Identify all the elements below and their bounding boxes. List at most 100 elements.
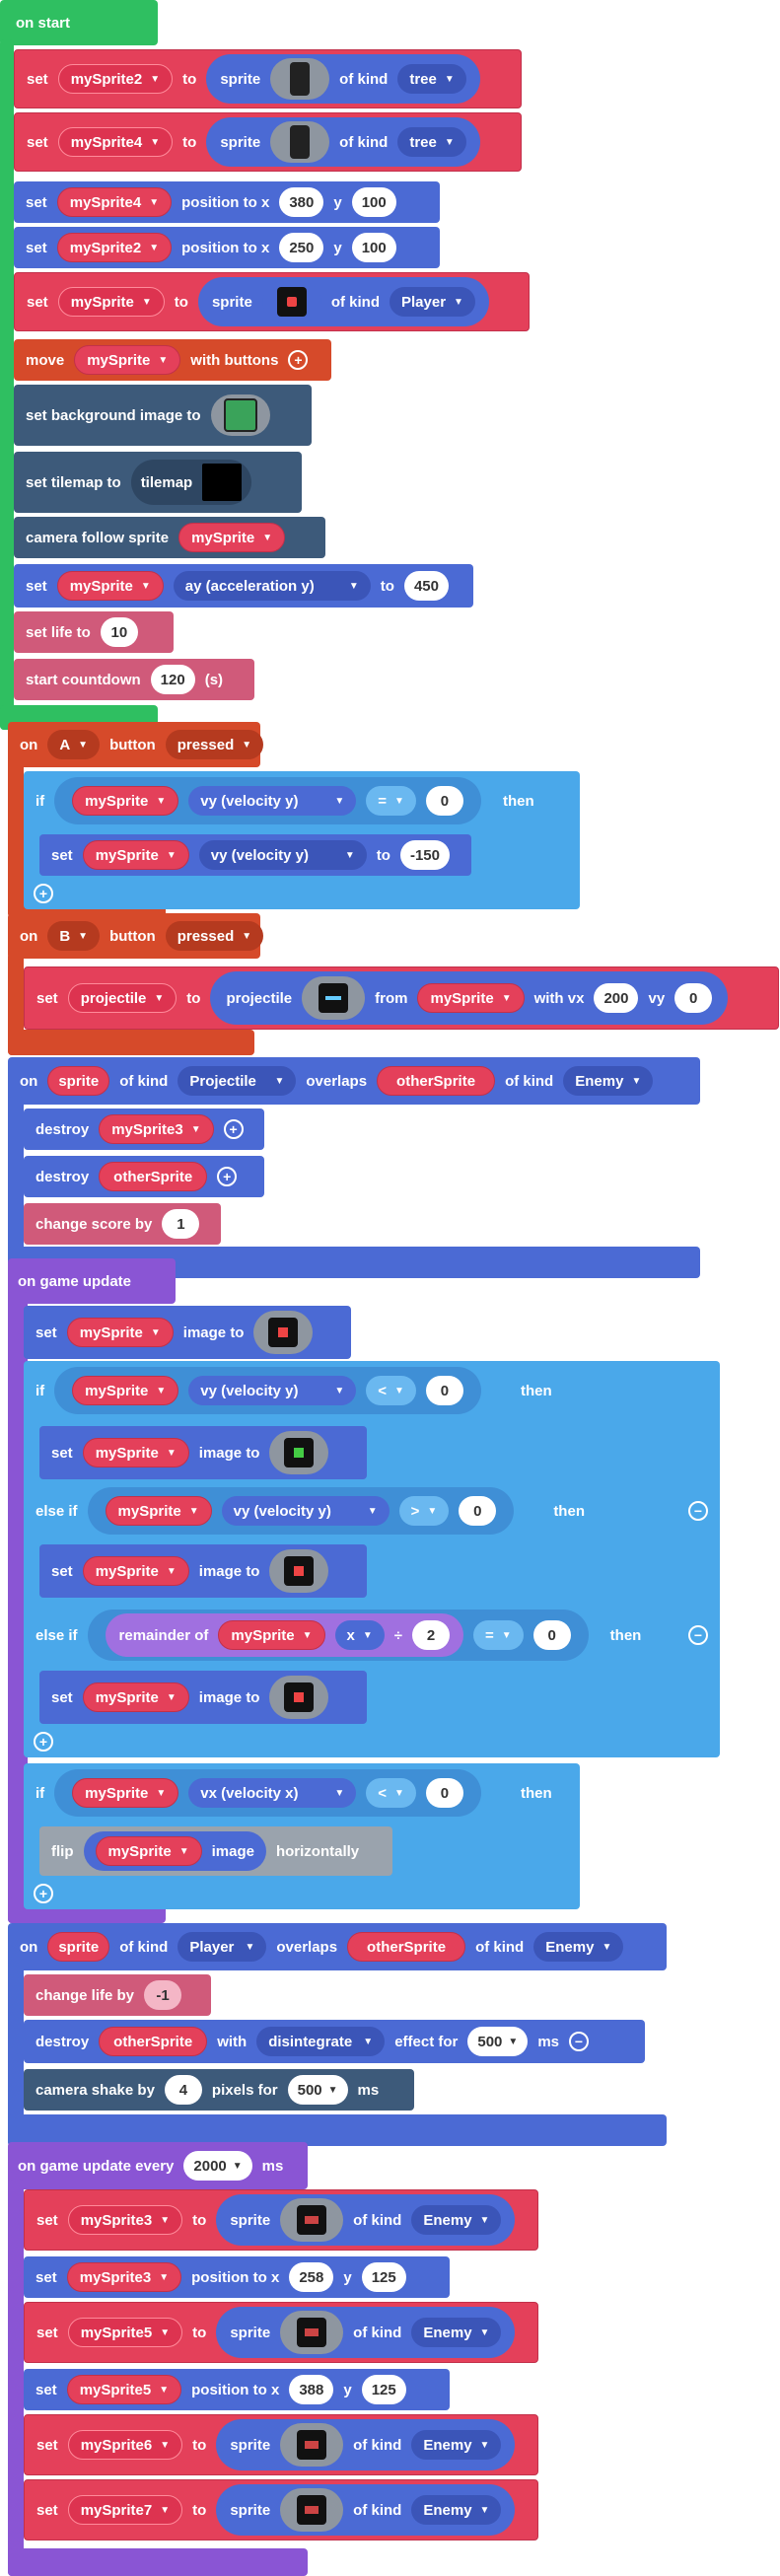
button-dropdown[interactable]: B ▼: [47, 921, 101, 951]
vy-input[interactable]: -150: [399, 840, 450, 870]
x-input[interactable]: 388: [289, 2375, 334, 2404]
camera-follow-block[interactable]: camera follow sprite mySprite ▼: [14, 517, 325, 558]
x-input[interactable]: 250: [279, 233, 324, 262]
sprite-of-kind-reporter[interactable]: sprite of kind Enemy ▼: [216, 2484, 516, 2536]
plus-icon[interactable]: +: [288, 350, 309, 370]
set-projectile-block[interactable]: set projectile ▼ to projectile from mySpr…: [24, 966, 779, 1030]
event-dropdown[interactable]: pressed ▼: [165, 921, 264, 951]
othersprite-variable[interactable]: otherSprite: [377, 1066, 496, 1096]
variable-dropdown[interactable]: mySprite5 ▼: [66, 2375, 182, 2404]
variable-dropdown[interactable]: mySprite2 ▼: [56, 233, 173, 262]
variable-dropdown[interactable]: mySprite ▼: [66, 1318, 174, 1347]
property-dropdown[interactable]: vy (velocity y) ▼: [198, 840, 367, 870]
sprite-variable[interactable]: sprite: [47, 1932, 110, 1962]
kind-dropdown[interactable]: Enemy ▼: [411, 2318, 502, 2347]
othersprite-variable[interactable]: otherSprite: [99, 1162, 208, 1191]
kind-dropdown[interactable]: Enemy ▼: [411, 2205, 502, 2235]
kind-dropdown[interactable]: Enemy ▼: [533, 1932, 624, 1962]
compare-reporter[interactable]: mySprite ▼ vy (velocity y) ▼ > ▼ 0: [87, 1487, 515, 1535]
kind-dropdown[interactable]: Enemy ▼: [563, 1066, 654, 1096]
plus-icon[interactable]: +: [34, 884, 53, 903]
shake-amount-input[interactable]: 4: [164, 2075, 202, 2105]
y-input[interactable]: 125: [361, 2262, 406, 2292]
set-position-block[interactable]: set mySprite5 ▼ position to x 388 y 125: [24, 2369, 450, 2410]
projectile-reporter[interactable]: projectile from mySprite ▼ with vx 200 vy…: [210, 971, 729, 1025]
set-image-block[interactable]: set mySprite ▼ image to: [39, 1544, 367, 1598]
plus-icon[interactable]: +: [223, 1119, 244, 1139]
set-image-block[interactable]: set mySprite ▼ image to: [24, 1306, 351, 1359]
vx-input[interactable]: 200: [594, 983, 639, 1013]
flip-image-block[interactable]: flip mySprite ▼ image horizontally: [39, 1826, 392, 1876]
shake-duration-dropdown[interactable]: 500 ▼: [287, 2075, 348, 2105]
player-image-icon[interactable]: [261, 281, 321, 322]
sprite-image-icon[interactable]: [253, 1311, 314, 1354]
set-tilemap-block[interactable]: set tilemap to tilemap: [14, 452, 302, 513]
variable-dropdown[interactable]: mySprite ▼: [82, 840, 189, 870]
variable-dropdown[interactable]: mySprite2 ▼: [57, 64, 174, 94]
variable-dropdown[interactable]: mySprite ▼: [105, 1496, 212, 1526]
operator-dropdown[interactable]: = ▼: [366, 786, 416, 816]
kind-dropdown[interactable]: tree ▼: [397, 127, 466, 157]
variable-dropdown[interactable]: mySprite ▼: [57, 287, 165, 317]
set-position-block[interactable]: set mySprite3 ▼ position to x 258 y 125: [24, 2256, 450, 2298]
ay-input[interactable]: 450: [403, 571, 449, 601]
y-input[interactable]: 100: [351, 233, 396, 262]
kind-dropdown[interactable]: Projectile ▼: [177, 1066, 297, 1096]
countdown-input[interactable]: 120: [150, 665, 195, 694]
property-dropdown[interactable]: vy (velocity y) ▼: [188, 786, 357, 816]
compare-reporter[interactable]: remainder of mySprite ▼ x ▼ ÷ 2 = ▼ 0: [87, 1610, 589, 1661]
set-position-block[interactable]: set mySprite4 ▼ position to x 380 y 100: [14, 181, 440, 223]
variable-dropdown[interactable]: mySprite3 ▼: [67, 2205, 183, 2235]
variable-dropdown[interactable]: projectile ▼: [67, 983, 177, 1013]
plus-icon[interactable]: +: [217, 1167, 238, 1186]
kind-dropdown[interactable]: Enemy ▼: [411, 2495, 502, 2525]
set-mysprite4-block[interactable]: set mySprite4 ▼ to sprite of kind tree ▼: [14, 112, 522, 172]
vy-input[interactable]: 0: [674, 983, 713, 1013]
plus-icon[interactable]: +: [34, 1884, 53, 1903]
set-mysprite2-block[interactable]: set mySprite2 ▼ to sprite of kind tree ▼: [14, 49, 522, 108]
sprite-image-icon[interactable]: [269, 1431, 329, 1474]
compare-input[interactable]: 0: [532, 1620, 571, 1650]
set-mysprite5-block[interactable]: set mySprite5 ▼ to sprite of kind Enemy ▼: [24, 2302, 538, 2363]
variable-dropdown[interactable]: mySprite ▼: [218, 1620, 325, 1650]
set-mysprite7-block[interactable]: set mySprite7 ▼ to sprite of kind Enemy ▼: [24, 2479, 538, 2540]
othersprite-variable[interactable]: otherSprite: [99, 2027, 208, 2056]
variable-dropdown[interactable]: mySprite5 ▼: [67, 2318, 183, 2347]
sprite-of-kind-reporter[interactable]: sprite of kind Player ▼: [197, 277, 489, 326]
compare-reporter[interactable]: mySprite ▼ vy (velocity y) ▼ = ▼ 0: [54, 777, 481, 824]
sprite-variable[interactable]: sprite: [47, 1066, 110, 1096]
operator-dropdown[interactable]: = ▼: [472, 1620, 524, 1650]
button-dropdown[interactable]: A ▼: [47, 730, 101, 759]
minus-icon[interactable]: −: [688, 1625, 708, 1645]
variable-dropdown[interactable]: mySprite ▼: [72, 1376, 179, 1405]
sprite-image-icon[interactable]: [269, 1676, 329, 1719]
operator-dropdown[interactable]: < ▼: [366, 1778, 416, 1808]
variable-dropdown[interactable]: mySprite ▼: [95, 1836, 202, 1866]
move-with-buttons-block[interactable]: move mySprite ▼ with buttons +: [14, 339, 331, 381]
plus-icon[interactable]: +: [34, 1732, 53, 1752]
variable-dropdown[interactable]: mySprite3 ▼: [66, 2262, 182, 2292]
kind-dropdown[interactable]: Player ▼: [177, 1932, 267, 1962]
divisor-input[interactable]: 2: [411, 1620, 450, 1650]
tree-image-icon[interactable]: [270, 121, 330, 163]
minus-icon[interactable]: −: [688, 1501, 708, 1521]
set-image-block[interactable]: set mySprite ▼ image to: [39, 1426, 367, 1479]
background-image-icon[interactable]: [210, 394, 270, 436]
property-dropdown[interactable]: ay (acceleration y) ▼: [173, 571, 371, 601]
enemy-image-icon[interactable]: [280, 2311, 344, 2354]
sprite-of-kind-reporter[interactable]: sprite of kind Enemy ▼: [216, 2419, 516, 2470]
sprite-of-kind-reporter[interactable]: sprite of kind Enemy ▼: [216, 2194, 516, 2246]
set-background-block[interactable]: set background image to: [14, 385, 312, 446]
life-input[interactable]: 10: [100, 617, 138, 647]
enemy-image-icon[interactable]: [280, 2198, 344, 2242]
projectile-image-icon[interactable]: [302, 976, 366, 1020]
tree-image-icon[interactable]: [270, 58, 330, 100]
sprite-image-icon[interactable]: [269, 1549, 329, 1593]
variable-dropdown[interactable]: mySprite ▼: [74, 345, 181, 375]
variable-dropdown[interactable]: mySprite4 ▼: [57, 127, 174, 157]
destroy-block[interactable]: destroy otherSprite +: [24, 1156, 264, 1197]
operator-dropdown[interactable]: > ▼: [398, 1496, 450, 1526]
minus-icon[interactable]: −: [569, 2032, 589, 2051]
compare-reporter[interactable]: mySprite ▼ vy (velocity y) ▼ < ▼ 0: [54, 1367, 481, 1414]
variable-dropdown[interactable]: mySprite ▼: [56, 571, 164, 601]
